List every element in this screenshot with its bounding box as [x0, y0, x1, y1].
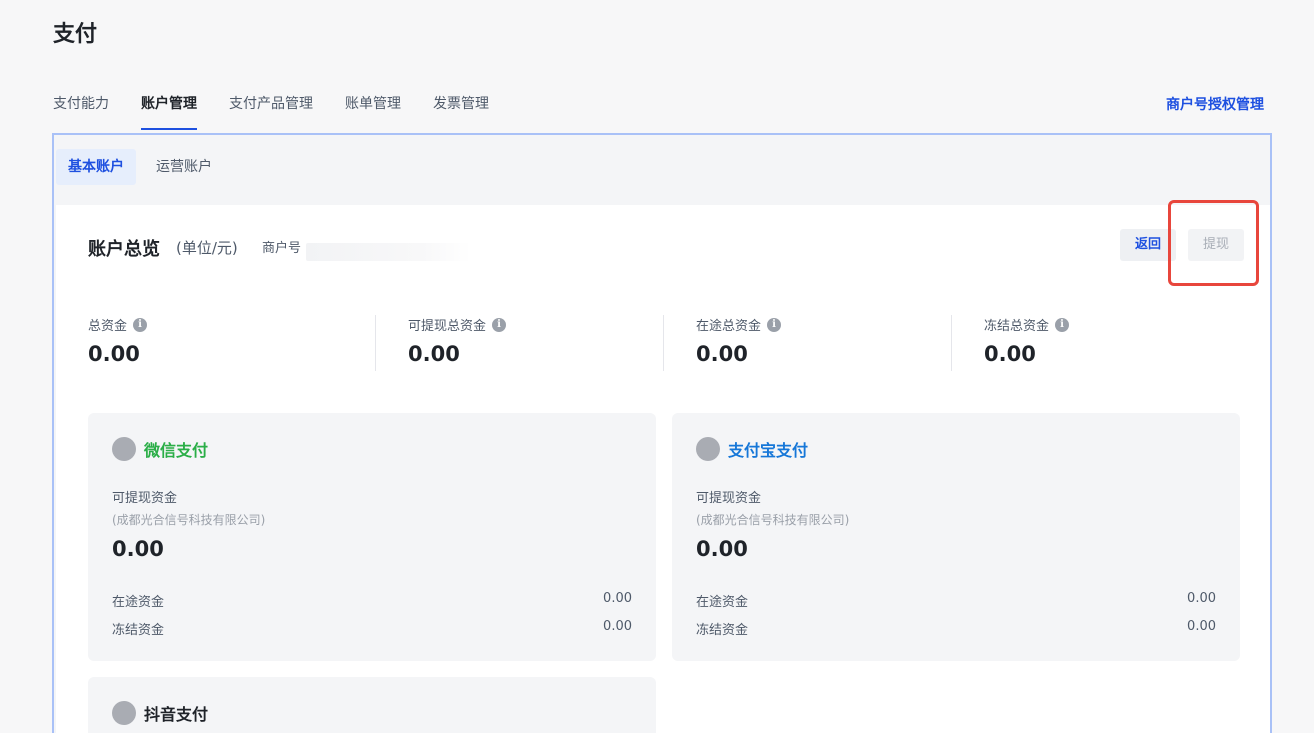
stat-in-transit-funds-label: 在途总资金 [696, 319, 762, 334]
tab-payment-product-management[interactable]: 支付产品管理 [229, 94, 313, 130]
stat-divider [375, 315, 376, 371]
alipay-available-label: 可提现资金 [696, 491, 762, 506]
douyin-pay-header: 抖音支付 [112, 701, 208, 725]
account-panel: 基本账户 运营账户 账户总览 (单位/元) 商户号 返回 提现 总资金 i 0.… [52, 133, 1272, 733]
stat-in-transit-funds: 在途总资金 i 0.00 [696, 315, 782, 375]
wechat-frozen-value: 0.00 [603, 619, 632, 634]
stat-frozen-funds-value: 0.00 [984, 342, 1036, 366]
tab-bill-management[interactable]: 账单管理 [345, 94, 401, 130]
overview-title: 账户总览 [88, 239, 160, 260]
info-icon[interactable]: i [492, 317, 507, 332]
douyin-pay-name: 抖音支付 [144, 705, 209, 724]
subtab-basic-account[interactable]: 基本账户 [56, 149, 136, 185]
stat-withdrawable-funds-value: 0.00 [408, 342, 460, 366]
wechat-pay-name: 微信支付 [144, 441, 209, 460]
account-overview-card: 账户总览 (单位/元) 商户号 返回 提现 总资金 i 0.00 可提现总资金 … [56, 205, 1270, 733]
stat-frozen-funds: 冻结总资金 i 0.00 [984, 315, 1070, 375]
alipay-icon [696, 437, 720, 461]
withdraw-button[interactable]: 提现 [1188, 229, 1245, 261]
merchant-authorization-link[interactable]: 商户号授权管理 [1166, 94, 1264, 114]
stat-total-funds-value: 0.00 [88, 342, 140, 366]
stat-withdrawable-funds-label: 可提现总资金 [408, 319, 487, 334]
wechat-pay-header: 微信支付 [112, 437, 208, 461]
info-icon[interactable]: i [1055, 317, 1070, 332]
alipay-transit-row: 在途资金 0.00 [696, 591, 1216, 610]
alipay-frozen-label: 冻结资金 [696, 623, 749, 638]
wechat-transit-label: 在途资金 [112, 595, 165, 610]
douyin-pay-card: 抖音支付 [88, 677, 656, 733]
alipay-frozen-value: 0.00 [1187, 619, 1216, 634]
page-title: 支付 [53, 22, 98, 47]
merchant-number-redacted [306, 243, 471, 261]
alipay-company-name: (成都光合信号科技有限公司) [696, 513, 850, 527]
wechat-frozen-label: 冻结资金 [112, 623, 165, 638]
stat-withdrawable-funds: 可提现总资金 i 0.00 [408, 315, 507, 375]
alipay-available-value: 0.00 [696, 537, 748, 561]
stat-divider [951, 315, 952, 371]
wechat-pay-icon [112, 437, 136, 461]
back-button[interactable]: 返回 [1120, 229, 1177, 261]
wechat-available-label: 可提现资金 [112, 491, 178, 506]
stat-label: 总资金 i [88, 315, 148, 334]
alipay-transit-label: 在途资金 [696, 595, 749, 610]
stat-total-funds-label: 总资金 [88, 319, 128, 334]
stat-label: 在途总资金 i [696, 315, 782, 334]
subtab-operation-account[interactable]: 运营账户 [144, 149, 224, 185]
stat-in-transit-funds-value: 0.00 [696, 342, 748, 366]
tab-account-management[interactable]: 账户管理 [141, 94, 197, 130]
wechat-company-name: (成都光合信号科技有限公司) [112, 513, 266, 527]
alipay-transit-value: 0.00 [1187, 591, 1216, 606]
alipay-card: 支付宝支付 可提现资金 (成都光合信号科技有限公司) 0.00 在途资金 0.0… [672, 413, 1240, 661]
alipay-name: 支付宝支付 [728, 441, 809, 460]
tab-payment-capability[interactable]: 支付能力 [53, 94, 109, 130]
info-icon[interactable]: i [767, 317, 782, 332]
wechat-available-value: 0.00 [112, 537, 164, 561]
stat-total-funds: 总资金 i 0.00 [88, 315, 148, 375]
main-tabs: 支付能力 账户管理 支付产品管理 账单管理 发票管理 [53, 94, 521, 130]
merchant-number-label: 商户号 [262, 241, 302, 256]
fund-stats: 总资金 i 0.00 可提现总资金 i 0.00 在途总资金 i 0.00 冻结… [88, 315, 1238, 375]
wechat-transit-value: 0.00 [603, 591, 632, 606]
account-subtabs: 基本账户 运营账户 [56, 149, 232, 185]
wechat-frozen-row: 冻结资金 0.00 [112, 619, 632, 638]
stat-label: 可提现总资金 i [408, 315, 507, 334]
stat-label: 冻结总资金 i [984, 315, 1070, 334]
stat-divider [663, 315, 664, 371]
stat-frozen-funds-label: 冻结总资金 [984, 319, 1050, 334]
douyin-pay-icon [112, 701, 136, 725]
tab-invoice-management[interactable]: 发票管理 [433, 94, 489, 130]
info-icon[interactable]: i [133, 317, 148, 332]
alipay-header: 支付宝支付 [696, 437, 808, 461]
wechat-pay-card: 微信支付 可提现资金 (成都光合信号科技有限公司) 0.00 在途资金 0.00… [88, 413, 656, 661]
alipay-frozen-row: 冻结资金 0.00 [696, 619, 1216, 638]
wechat-transit-row: 在途资金 0.00 [112, 591, 632, 610]
overview-unit: (单位/元) [176, 239, 238, 257]
